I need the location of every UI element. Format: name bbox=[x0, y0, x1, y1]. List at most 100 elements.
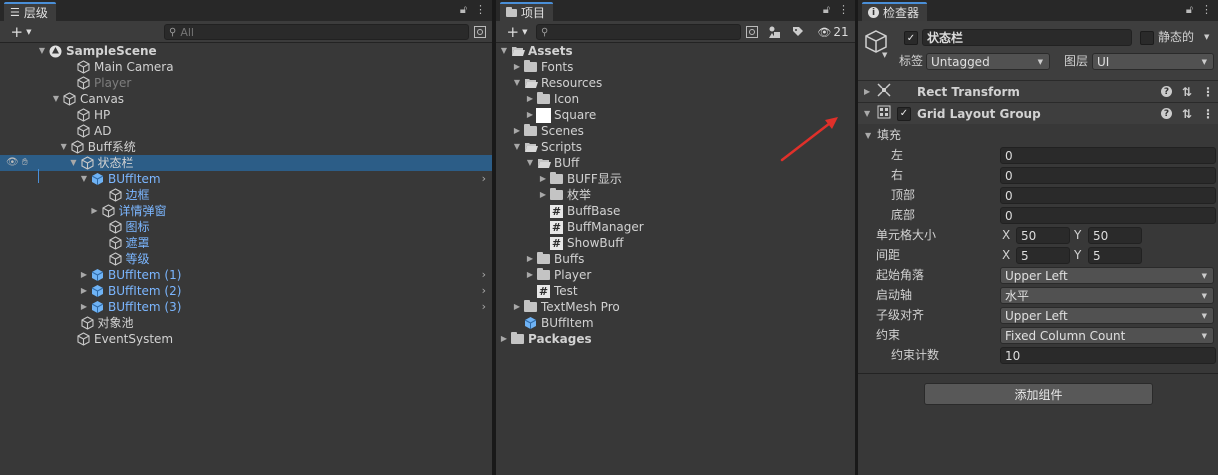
kebab-menu-icon[interactable]: ⋮ bbox=[475, 3, 486, 17]
padding-right-field[interactable]: 0 bbox=[1000, 167, 1216, 184]
chevron-right-icon[interactable]: › bbox=[482, 267, 486, 283]
active-toggle[interactable]: ✓ bbox=[904, 31, 918, 45]
project-item[interactable]: # BuffManager bbox=[496, 219, 855, 235]
kebab-menu-icon[interactable]: ⋮ bbox=[838, 3, 849, 17]
gameobject-icon[interactable]: ▼ bbox=[864, 29, 890, 59]
chevron-down-icon[interactable]: ▼ bbox=[58, 139, 70, 155]
search-options-icon[interactable] bbox=[473, 24, 487, 40]
hierarchy-item[interactable]: EventSystem bbox=[0, 331, 492, 347]
chevron-right-icon[interactable]: ▶ bbox=[511, 299, 523, 315]
project-item[interactable]: ▶ Icon bbox=[496, 91, 855, 107]
filter-by-type-icon[interactable] bbox=[766, 24, 782, 40]
grid-layout-header[interactable]: ▼ ✓ Grid Layout Group ? ⇅ ⋮ bbox=[858, 102, 1218, 124]
hierarchy-item[interactable]: HP bbox=[0, 107, 492, 123]
chevron-right-icon[interactable]: › bbox=[482, 171, 486, 187]
project-item[interactable]: # ShowBuff bbox=[496, 235, 855, 251]
project-item[interactable]: ▶ TextMesh Pro bbox=[496, 299, 855, 315]
project-item[interactable]: ▶ 枚举 bbox=[496, 187, 855, 203]
hierarchy-item[interactable]: ▼ Buff系统 bbox=[0, 139, 492, 155]
project-item[interactable]: ▼ Assets bbox=[496, 43, 855, 59]
constraint-dropdown[interactable]: Fixed Column Count bbox=[1000, 327, 1214, 344]
chevron-right-icon[interactable]: ▶ bbox=[524, 267, 536, 283]
start-corner-dropdown[interactable]: Upper Left bbox=[1000, 267, 1214, 284]
hierarchy-search-input[interactable] bbox=[180, 25, 468, 39]
chevron-right-icon[interactable]: ▶ bbox=[524, 91, 536, 107]
filter-by-label-icon[interactable] bbox=[790, 24, 806, 40]
presets-icon[interactable]: ⇅ bbox=[1182, 85, 1192, 99]
padding-bottom-field[interactable]: 0 bbox=[1000, 207, 1216, 224]
hierarchy-item[interactable]: ▶ BUffItem (2) › bbox=[0, 283, 492, 299]
chevron-right-icon[interactable]: ▶ bbox=[78, 283, 90, 299]
chevron-down-icon[interactable]: ▼ bbox=[50, 91, 62, 107]
help-icon[interactable]: ? bbox=[1161, 86, 1172, 97]
chevron-right-icon[interactable]: ▶ bbox=[89, 203, 101, 219]
create-button[interactable]: + ▼ bbox=[6, 23, 36, 41]
hierarchy-item[interactable]: ▼ BUffItem › bbox=[0, 171, 492, 187]
tab-project[interactable]: 项目 bbox=[500, 2, 554, 21]
rect-transform-header[interactable]: ▶ Rect Transform ? ⇅ ⋮ bbox=[858, 80, 1218, 102]
chevron-right-icon[interactable]: ▶ bbox=[537, 187, 549, 203]
tab-inspector[interactable]: i 检查器 bbox=[862, 2, 928, 21]
chevron-right-icon[interactable]: ▶ bbox=[511, 123, 523, 139]
component-menu-icon[interactable]: ⋮ bbox=[1202, 85, 1214, 99]
spacing-x-field[interactable]: 5 bbox=[1016, 247, 1070, 264]
project-item[interactable]: # BuffBase bbox=[496, 203, 855, 219]
chevron-right-icon[interactable]: ▶ bbox=[498, 331, 510, 347]
component-menu-icon[interactable]: ⋮ bbox=[1202, 107, 1214, 121]
child-alignment-dropdown[interactable]: Upper Left bbox=[1000, 307, 1214, 324]
project-item[interactable]: BUffItem bbox=[496, 315, 855, 331]
chevron-right-icon[interactable]: ▶ bbox=[524, 107, 536, 123]
chevron-down-icon[interactable]: ▼ bbox=[524, 155, 536, 171]
project-item[interactable]: ▶ Buffs bbox=[496, 251, 855, 267]
project-item[interactable]: # Test bbox=[496, 283, 855, 299]
padding-left-field[interactable]: 0 bbox=[1000, 147, 1216, 164]
cell-size-y-field[interactable]: 50 bbox=[1088, 227, 1142, 244]
chevron-right-icon[interactable]: ▶ bbox=[78, 267, 90, 283]
hierarchy-item[interactable]: ▼ Canvas bbox=[0, 91, 492, 107]
chevron-down-icon[interactable]: ▼ bbox=[68, 155, 80, 171]
presets-icon[interactable]: ⇅ bbox=[1182, 107, 1192, 121]
pickable-hand-icon[interactable]: ✋︎ bbox=[22, 155, 28, 171]
search-options-icon[interactable] bbox=[745, 24, 759, 40]
chevron-down-icon[interactable]: ▼ bbox=[511, 139, 523, 155]
object-name-field[interactable]: 状态栏 bbox=[922, 29, 1132, 46]
chevron-right-icon[interactable]: › bbox=[482, 299, 486, 315]
project-item[interactable]: ▶ Fonts bbox=[496, 59, 855, 75]
padding-top-field[interactable]: 0 bbox=[1000, 187, 1216, 204]
project-search-input[interactable] bbox=[552, 25, 740, 39]
lock-icon[interactable]: 🔓︎ bbox=[823, 3, 830, 17]
kebab-menu-icon[interactable]: ⋮ bbox=[1201, 3, 1212, 17]
visibility-eye-icon[interactable]: 👁︎ bbox=[6, 155, 19, 171]
chevron-right-icon[interactable]: › bbox=[482, 283, 486, 299]
constraint-count-field[interactable]: 10 bbox=[1000, 347, 1216, 364]
grid-layout-enabled-toggle[interactable]: ✓ bbox=[897, 106, 911, 121]
project-item[interactable]: ▼ Resources bbox=[496, 75, 855, 91]
chevron-right-icon[interactable]: ▶ bbox=[78, 299, 90, 315]
chevron-right-icon[interactable]: ▶ bbox=[524, 251, 536, 267]
hierarchy-item[interactable]: 等级 bbox=[0, 251, 492, 267]
hierarchy-item[interactable]: ▶ 详情弹窗 bbox=[0, 203, 492, 219]
hierarchy-item[interactable]: Player bbox=[0, 75, 492, 91]
chevron-down-icon[interactable]: ▼ bbox=[511, 75, 523, 91]
create-asset-button[interactable]: + ▼ bbox=[502, 23, 532, 41]
cell-size-x-field[interactable]: 50 bbox=[1016, 227, 1070, 244]
chevron-down-icon[interactable]: ▼ bbox=[498, 43, 510, 59]
chevron-down-icon[interactable]: ▼ bbox=[78, 171, 90, 187]
chevron-right-icon[interactable]: ▶ bbox=[511, 59, 523, 75]
lock-icon[interactable]: 🔓︎ bbox=[460, 3, 467, 17]
hierarchy-item[interactable]: 对象池 bbox=[0, 315, 492, 331]
project-search[interactable]: ⚲ bbox=[536, 24, 741, 40]
lock-icon[interactable]: 🔓︎ bbox=[1186, 3, 1193, 17]
project-item[interactable]: ▶ Packages bbox=[496, 331, 855, 347]
tag-dropdown[interactable]: Untagged bbox=[926, 53, 1050, 70]
help-icon[interactable]: ? bbox=[1161, 108, 1172, 119]
hierarchy-item[interactable]: ▼ SampleScene bbox=[0, 43, 492, 59]
hierarchy-item[interactable]: ▶ BUffItem (3) › bbox=[0, 299, 492, 315]
project-item[interactable]: ▶ Player bbox=[496, 267, 855, 283]
hierarchy-search[interactable]: ⚲ bbox=[164, 24, 469, 40]
spacing-y-field[interactable]: 5 bbox=[1088, 247, 1142, 264]
hierarchy-item[interactable]: 图标 bbox=[0, 219, 492, 235]
hidden-packages-button[interactable]: 👁︎ 21 bbox=[814, 24, 852, 40]
hierarchy-item[interactable]: ▼ 状态栏 👁︎ ✋︎ bbox=[0, 155, 492, 171]
chevron-down-icon[interactable]: ▼ bbox=[865, 131, 871, 140]
